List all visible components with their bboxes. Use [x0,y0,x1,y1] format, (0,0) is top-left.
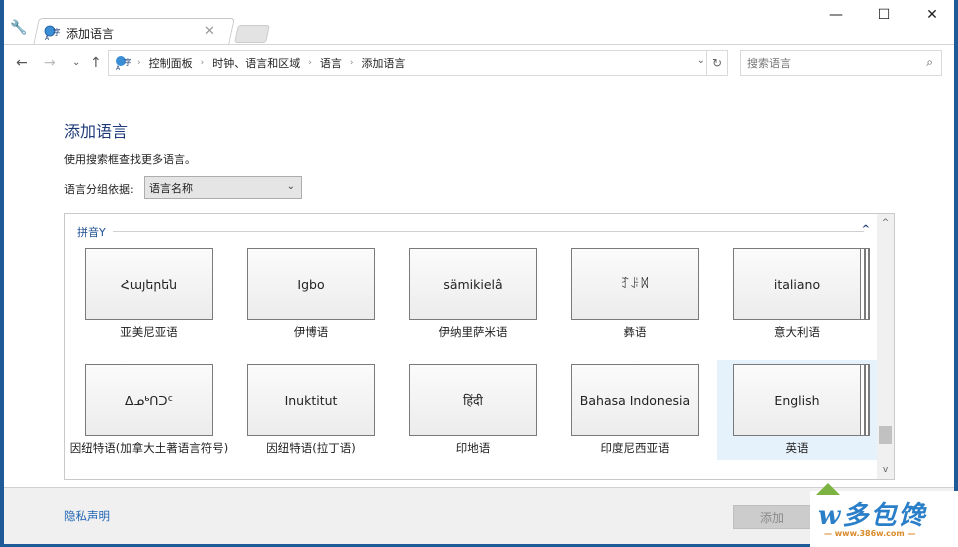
group-by-select[interactable]: 语言名称 ⌄ [144,176,302,199]
recent-locations-chevron-icon[interactable]: ⌄ [72,57,80,68]
language-native-name: Igbo [247,248,375,320]
language-name: 彝语 [623,325,647,339]
tab-add-language[interactable]: 字A 添加语言 [44,21,224,45]
vertical-scrollbar[interactable]: ^ v [877,214,894,479]
breadcrumb-separator[interactable]: › [201,58,205,68]
back-arrow-icon[interactable]: ← [16,55,28,71]
watermark: w多包馋 — www.386w.com — [810,483,958,547]
watermark-triangle-icon [816,483,840,495]
language-native-name: Հայերեն [85,248,213,320]
language-globe-icon: 字A [116,56,131,71]
language-native-name: ᐃᓄᒃᑎᑐᑦ [85,364,213,436]
breadcrumb-separator[interactable]: › [308,58,312,68]
scroll-down-icon[interactable]: v [877,465,894,475]
tab-title: 添加语言 [66,26,115,41]
language-name: 因纽特语(加拿大土著语言符号) [69,441,229,455]
privacy-statement-link[interactable]: 隐私声明 [64,508,110,524]
svg-text:字: 字 [124,57,131,67]
language-name: 伊博语 [293,325,329,339]
language-name: 英语 [785,441,809,455]
scroll-up-icon[interactable]: ^ [877,218,894,228]
page-title: 添加语言 [64,122,129,141]
forward-arrow-icon[interactable]: → [44,55,56,71]
language-name: 印地语 [455,441,491,455]
address-bar[interactable]: 字A › 控制面板 › 时钟、语言和区域 › 语言 › 添加语言 ⌄ ↻ [108,50,728,76]
language-tile[interactable]: ꆈꌠꉙ 彝语 [555,248,715,340]
search-box[interactable]: ⌕ [740,50,942,76]
title-bar: 🔧 字A 添加语言 ✕ — ☐ ✕ [4,0,954,45]
refresh-icon[interactable]: ↻ [706,51,727,75]
group-by-label: 语言分组依据: [64,183,134,196]
language-tile[interactable]: Igbo 伊博语 [231,248,391,340]
breadcrumb-control-panel[interactable]: 控制面板 [149,55,193,71]
watermark-url: — www.386w.com — [824,529,916,538]
breadcrumb-separator[interactable]: › [350,58,354,68]
language-name: 意大利语 [774,325,820,339]
language-native-name: English [733,364,861,436]
window: 🔧 字A 添加语言 ✕ — ☐ ✕ ← → ⌄ ↑ 字A › 控制面板 › 时钟… [4,0,954,544]
language-name: 亚美尼亚语 [120,325,178,339]
language-native-name: हिंदी [409,364,537,436]
language-tile[interactable]: ᐃᓄᒃᑎᑐᑦ 因纽特语(加拿大土著语言符号) [69,364,229,456]
section-header: 拼音Y [77,226,106,239]
group-by-value: 语言名称 [149,181,193,195]
language-native-name: italiano [733,248,861,320]
language-tile[interactable]: हिंदी 印地语 [393,364,553,456]
collapse-section-icon[interactable]: ^ [862,224,870,235]
up-arrow-icon[interactable]: ↑ [90,55,102,71]
search-icon[interactable]: ⌕ [926,55,933,70]
address-dropdown-icon[interactable]: ⌄ [697,55,705,66]
breadcrumb-clock-language-region[interactable]: 时钟、语言和区域 [212,55,300,71]
language-tile[interactable]: English 英语 [717,360,877,460]
language-native-name: sämikielâ [409,248,537,320]
tab-close-icon[interactable]: ✕ [204,24,215,39]
language-tile[interactable]: Հայերեն 亚美尼亚语 [69,248,229,340]
search-hint: 使用搜索框查找更多语言。 [64,153,196,166]
chevron-down-icon: ⌄ [286,181,295,192]
language-globe-icon: 字A [44,25,60,41]
close-button[interactable]: ✕ [912,4,952,26]
breadcrumb-add-language[interactable]: 添加语言 [361,55,405,71]
language-tile[interactable]: Bahasa Indonesia 印度尼西亚语 [555,364,715,456]
language-name: 因纽特语(拉丁语) [266,441,356,455]
wrench-icon[interactable]: 🔧 [10,20,27,36]
svg-text:字: 字 [53,27,60,37]
language-native-name: Bahasa Indonesia [571,364,699,436]
language-list: 拼音Y ^ Հայերեն 亚美尼亚语 Igbo 伊博语 sämikielâ 伊纳里萨米语… [64,213,895,480]
navigation-bar: ← → ⌄ ↑ 字A › 控制面板 › 时钟、语言和区域 › 语言 › 添加语言… [4,44,954,83]
breadcrumb-separator: › [137,58,141,68]
language-tile[interactable]: Inuktitut 因纽特语(拉丁语) [231,364,391,456]
language-name: 伊纳里萨米语 [438,325,508,339]
language-tile[interactable]: sämikielâ 伊纳里萨米语 [393,248,553,340]
section-divider [113,231,864,232]
add-button[interactable]: 添加 [733,505,811,529]
maximize-button[interactable]: ☐ [864,4,904,26]
language-native-name: ꆈꌠꉙ [571,248,699,320]
language-tile[interactable]: italiano 意大利语 [717,248,877,340]
breadcrumb-language[interactable]: 语言 [320,55,342,71]
watermark-text: w多包馋 [818,501,927,531]
language-native-name: Inuktitut [247,364,375,436]
scroll-thumb[interactable] [879,426,892,444]
search-input[interactable] [741,55,909,71]
language-name: 印度尼西亚语 [600,441,670,455]
new-tab-button[interactable] [234,25,270,43]
minimize-button[interactable]: — [816,4,856,26]
